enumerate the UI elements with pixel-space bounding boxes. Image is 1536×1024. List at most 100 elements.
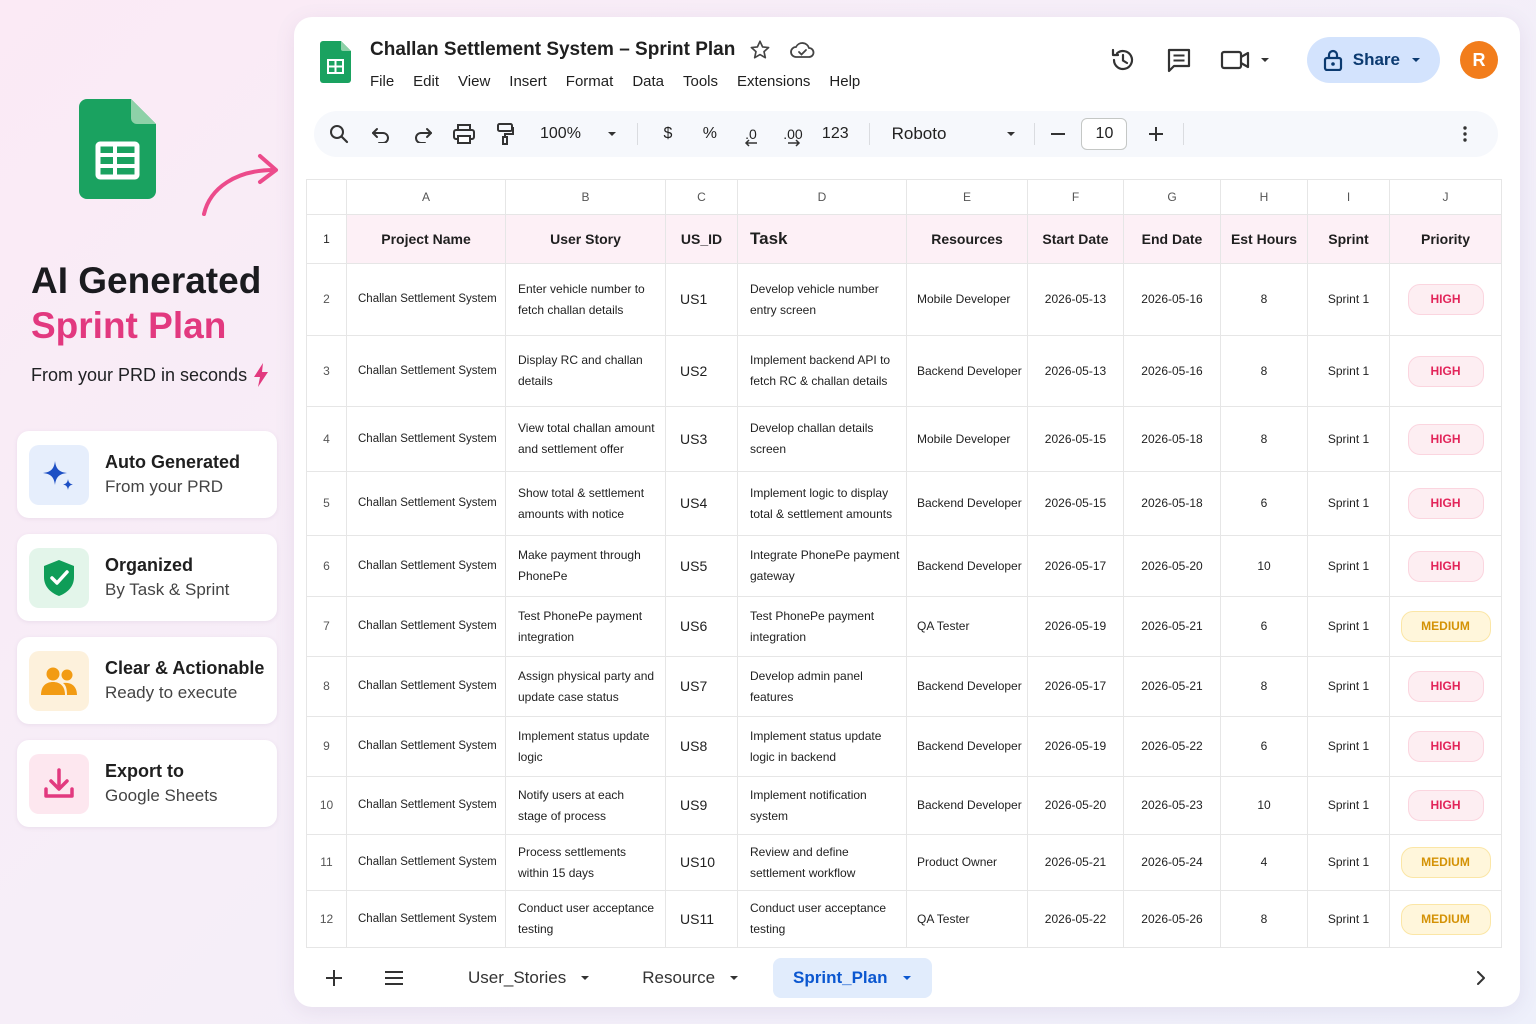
cell-task[interactable]: Implement notification system	[737, 776, 907, 835]
currency-format-button[interactable]: $	[658, 119, 678, 149]
document-title[interactable]: Challan Settlement System – Sprint Plan	[370, 39, 735, 61]
column-header[interactable]: B	[505, 179, 666, 215]
cell-user-story[interactable]: Conduct user acceptance testing	[505, 890, 666, 948]
header-cell[interactable]: End Date	[1123, 214, 1221, 264]
cell-est-hours[interactable]: 8	[1220, 890, 1308, 948]
cell-user-story[interactable]: Show total & settlement amounts with not…	[505, 471, 666, 536]
cell-est-hours[interactable]: 8	[1220, 335, 1308, 407]
cloud-saved-icon[interactable]	[789, 39, 815, 61]
undo-icon[interactable]	[370, 119, 392, 149]
cell-us-id[interactable]: US10	[665, 834, 738, 891]
share-button[interactable]: Share	[1306, 37, 1440, 83]
cell-start-date[interactable]: 2026-05-13	[1027, 335, 1124, 407]
cell-start-date[interactable]: 2026-05-19	[1027, 596, 1124, 657]
cell-user-story[interactable]: Make payment through PhonePe	[505, 535, 666, 597]
header-cell[interactable]: Start Date	[1027, 214, 1124, 264]
tab-resource[interactable]: Resource	[622, 958, 759, 998]
cell-start-date[interactable]: 2026-05-17	[1027, 535, 1124, 597]
row-number[interactable]: 10	[306, 776, 347, 835]
cell-project-name[interactable]: Challan Settlement System	[346, 716, 506, 777]
header-cell[interactable]: Sprint	[1307, 214, 1390, 264]
column-header[interactable]: C	[665, 179, 738, 215]
cell-resource[interactable]: Mobile Developer	[906, 406, 1028, 472]
cell-project-name[interactable]: Challan Settlement System	[346, 596, 506, 657]
cell-task[interactable]: Integrate PhonePe payment gateway	[737, 535, 907, 597]
cell-est-hours[interactable]: 4	[1220, 834, 1308, 891]
cell-user-story[interactable]: Display RC and challan details	[505, 335, 666, 407]
column-header[interactable]: I	[1307, 179, 1390, 215]
cell-user-story[interactable]: Enter vehicle number to fetch challan de…	[505, 263, 666, 336]
cell-user-story[interactable]: Process settlements within 15 days	[505, 834, 666, 891]
decrease-font-size-button[interactable]	[1049, 119, 1067, 149]
row-number[interactable]: 11	[306, 834, 347, 891]
cell-start-date[interactable]: 2026-05-13	[1027, 263, 1124, 336]
cell-end-date[interactable]: 2026-05-18	[1123, 406, 1221, 472]
cell-user-story[interactable]: Notify users at each stage of process	[505, 776, 666, 835]
column-header[interactable]: F	[1027, 179, 1124, 215]
cell-end-date[interactable]: 2026-05-18	[1123, 471, 1221, 536]
cell-us-id[interactable]: US1	[665, 263, 738, 336]
cell-resource[interactable]: Backend Developer	[906, 335, 1028, 407]
cell-task[interactable]: Test PhonePe payment integration	[737, 596, 907, 657]
cell-us-id[interactable]: US7	[665, 656, 738, 717]
cell-sprint[interactable]: Sprint 1	[1307, 535, 1390, 597]
header-cell[interactable]: US_ID	[665, 214, 738, 264]
cell-resource[interactable]: Backend Developer	[906, 716, 1028, 777]
font-select[interactable]: Roboto	[892, 119, 1017, 149]
cell-sprint[interactable]: Sprint 1	[1307, 890, 1390, 948]
column-header[interactable]: E	[906, 179, 1028, 215]
cell-us-id[interactable]: US3	[665, 406, 738, 472]
menu-help[interactable]: Help	[829, 73, 860, 90]
sheets-home-icon[interactable]	[320, 41, 351, 83]
cell-task[interactable]: Develop vehicle number entry screen	[737, 263, 907, 336]
row-number[interactable]: 8	[306, 656, 347, 717]
cell-resource[interactable]: QA Tester	[906, 596, 1028, 657]
cell-est-hours[interactable]: 8	[1220, 406, 1308, 472]
row-number[interactable]: 2	[306, 263, 347, 336]
cell-end-date[interactable]: 2026-05-26	[1123, 890, 1221, 948]
print-icon[interactable]	[452, 119, 476, 149]
menu-edit[interactable]: Edit	[413, 73, 439, 90]
cell-est-hours[interactable]: 10	[1220, 535, 1308, 597]
increase-decimal-button[interactable]: .00	[780, 119, 806, 149]
header-cell[interactable]: Project Name	[346, 214, 506, 264]
increase-font-size-button[interactable]	[1147, 119, 1165, 149]
cell-user-story[interactable]: Assign physical party and update case st…	[505, 656, 666, 717]
cell-sprint[interactable]: Sprint 1	[1307, 834, 1390, 891]
cell-end-date[interactable]: 2026-05-20	[1123, 535, 1221, 597]
header-cell[interactable]: Resources	[906, 214, 1028, 264]
cell-est-hours[interactable]: 10	[1220, 776, 1308, 835]
row-number[interactable]: 1	[306, 214, 347, 264]
cell-task[interactable]: Conduct user acceptance testing	[737, 890, 907, 948]
tab-user-stories[interactable]: User_Stories	[448, 958, 610, 998]
menu-format[interactable]: Format	[566, 73, 614, 90]
cell-project-name[interactable]: Challan Settlement System	[346, 890, 506, 948]
cell-user-story[interactable]: Test PhonePe payment integration	[505, 596, 666, 657]
cell-task[interactable]: Implement logic to display total & settl…	[737, 471, 907, 536]
decrease-decimal-button[interactable]: .0	[740, 119, 762, 149]
cell-sprint[interactable]: Sprint 1	[1307, 263, 1390, 336]
cell-us-id[interactable]: US4	[665, 471, 738, 536]
menu-extensions[interactable]: Extensions	[737, 73, 810, 90]
avatar[interactable]: R	[1460, 41, 1498, 79]
cell-priority[interactable]: HIGH	[1389, 263, 1502, 336]
cell-start-date[interactable]: 2026-05-19	[1027, 716, 1124, 777]
cell-priority[interactable]: HIGH	[1389, 335, 1502, 407]
cell-user-story[interactable]: Implement status update logic	[505, 716, 666, 777]
row-number[interactable]: 9	[306, 716, 347, 777]
cell-priority[interactable]: HIGH	[1389, 471, 1502, 536]
cell-end-date[interactable]: 2026-05-21	[1123, 656, 1221, 717]
cell-project-name[interactable]: Challan Settlement System	[346, 535, 506, 597]
column-header[interactable]: A	[346, 179, 506, 215]
row-number[interactable]: 7	[306, 596, 347, 657]
cell-priority[interactable]: HIGH	[1389, 776, 1502, 835]
cell-priority[interactable]: HIGH	[1389, 716, 1502, 777]
cell-start-date[interactable]: 2026-05-17	[1027, 656, 1124, 717]
cell-resource[interactable]: Product Owner	[906, 834, 1028, 891]
cell-start-date[interactable]: 2026-05-15	[1027, 406, 1124, 472]
column-header[interactable]: G	[1123, 179, 1221, 215]
cell-resource[interactable]: Backend Developer	[906, 535, 1028, 597]
search-icon[interactable]	[328, 119, 350, 149]
row-number[interactable]: 5	[306, 471, 347, 536]
add-sheet-icon[interactable]	[322, 963, 346, 993]
